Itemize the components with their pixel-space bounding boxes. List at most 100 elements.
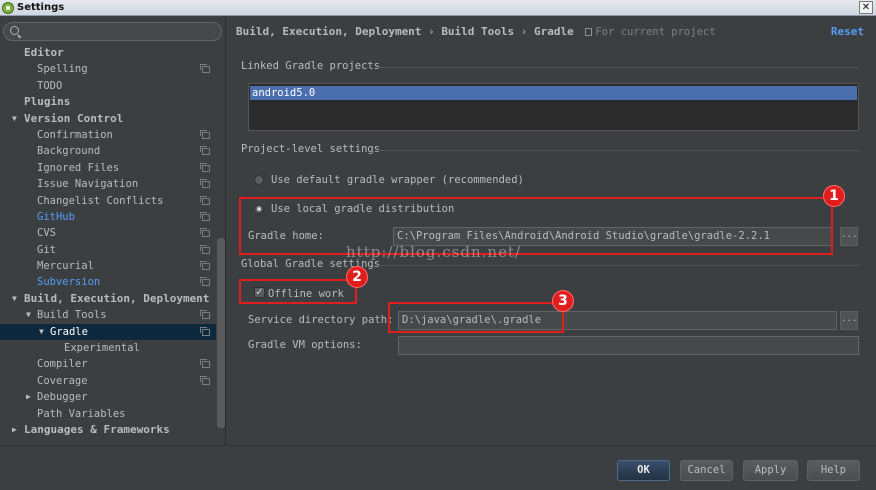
sidebar-item-version-control[interactable]: ▼ Version Control bbox=[0, 111, 216, 127]
sidebar-scrollbar[interactable] bbox=[217, 56, 225, 444]
sidebar-item-subversion[interactable]: Subversion bbox=[0, 274, 216, 290]
breadcrumb: Build, Execution, Deployment › Build Too… bbox=[236, 25, 716, 38]
sidebar-item-build-tools[interactable]: ▼ Build Tools bbox=[0, 307, 216, 323]
service-dir-label: Service directory path: bbox=[248, 314, 394, 326]
collapse-arrow-icon[interactable]: ▶ bbox=[12, 422, 17, 438]
sidebar-item-label: Confirmation bbox=[37, 128, 113, 141]
sidebar-item-coverage[interactable]: Coverage bbox=[0, 373, 216, 389]
annotation-badge-3: 3 bbox=[552, 290, 574, 312]
search-box[interactable] bbox=[3, 22, 222, 41]
sidebar-item-label: Mercurial bbox=[37, 260, 94, 273]
sidebar-item-issue-navigation[interactable]: Issue Navigation bbox=[0, 176, 216, 192]
sidebar-item-label: Background bbox=[37, 145, 101, 158]
dialog-footer: OK Cancel Apply Help bbox=[0, 445, 876, 490]
sidebar-item-editor[interactable]: Editor bbox=[0, 45, 216, 61]
annotation-box-1 bbox=[239, 197, 833, 255]
watermark: http://blog.csdn.net/ bbox=[346, 243, 522, 261]
project-settings-icon bbox=[200, 179, 210, 189]
sidebar-item-git[interactable]: Git bbox=[0, 242, 216, 258]
project-level-title: Project-level settings bbox=[241, 143, 381, 155]
collapse-arrow-icon[interactable]: ▶ bbox=[26, 389, 31, 405]
sidebar-item-languages-frameworks[interactable]: ▶ Languages & Frameworks bbox=[0, 422, 216, 438]
sidebar-item-label: CVS bbox=[37, 227, 56, 240]
sidebar-item-spelling[interactable]: Spelling bbox=[0, 61, 216, 77]
annotation-box-3 bbox=[388, 302, 564, 333]
vm-options-label: Gradle VM options: bbox=[248, 339, 362, 351]
expand-arrow-icon[interactable]: ▼ bbox=[26, 307, 31, 323]
cancel-button[interactable]: Cancel bbox=[680, 460, 733, 481]
title-bar: Settings ✕ bbox=[0, 0, 876, 16]
sidebar-item-label: Languages & Frameworks bbox=[24, 422, 170, 436]
breadcrumb-item: Build Tools bbox=[441, 25, 515, 38]
sidebar-item-cvs[interactable]: CVS bbox=[0, 225, 216, 241]
apply-button[interactable]: Apply bbox=[743, 460, 798, 481]
sidebar-item-label: Changelist Conflicts bbox=[37, 194, 164, 207]
android-studio-icon bbox=[2, 2, 14, 14]
sidebar-item-label: Gradle bbox=[50, 325, 88, 338]
linked-project-item[interactable]: android5.0 bbox=[250, 86, 857, 100]
sidebar-item-label: Editor bbox=[24, 46, 64, 59]
sidebar-item-label: Issue Navigation bbox=[37, 178, 139, 191]
sidebar-item-todo[interactable]: TODO bbox=[0, 78, 216, 94]
group-divider bbox=[377, 67, 859, 68]
sidebar-item-label: Ignored Files bbox=[37, 161, 120, 174]
sidebar-item-background[interactable]: Background bbox=[0, 143, 216, 159]
project-settings-icon bbox=[200, 326, 210, 336]
project-scope-icon bbox=[585, 28, 593, 36]
sidebar-item-path-variables[interactable]: Path Variables bbox=[0, 406, 216, 422]
project-settings-icon bbox=[200, 64, 210, 74]
search-icon bbox=[10, 26, 19, 35]
sidebar-item-compiler[interactable]: Compiler bbox=[0, 356, 216, 372]
sidebar-item-label: Build, Execution, Deployment bbox=[24, 291, 210, 305]
reset-link[interactable]: Reset bbox=[831, 25, 864, 38]
default-wrapper-radio[interactable] bbox=[254, 175, 264, 185]
settings-tree: Editor Spelling TODO Plugins ▼ Version Contro… bbox=[0, 45, 216, 438]
help-button[interactable]: Help bbox=[807, 460, 860, 481]
default-wrapper-label: Use default gradle wrapper (recommended) bbox=[271, 174, 524, 186]
annotation-badge-2: 2 bbox=[346, 266, 368, 288]
search-input[interactable] bbox=[24, 24, 214, 39]
project-settings-icon bbox=[200, 211, 210, 221]
ok-button[interactable]: OK bbox=[617, 460, 670, 481]
group-divider bbox=[377, 265, 859, 266]
sidebar-item-debugger[interactable]: ▶ Debugger bbox=[0, 389, 216, 405]
sidebar-item-confirmation[interactable]: Confirmation bbox=[0, 127, 216, 143]
sidebar-item-label: GitHub bbox=[37, 210, 75, 223]
sidebar-item-plugins[interactable]: Plugins bbox=[0, 94, 216, 110]
service-dir-browse-button[interactable]: ... bbox=[840, 311, 858, 330]
sidebar-item-changelist-conflicts[interactable]: Changelist Conflicts bbox=[0, 193, 216, 209]
sidebar-item-gradle[interactable]: ▼ Gradle bbox=[0, 323, 216, 341]
sidebar-item-label: Version Control bbox=[24, 111, 124, 125]
linked-projects-list[interactable]: android5.0 bbox=[248, 83, 859, 131]
project-settings-icon bbox=[200, 228, 210, 238]
breadcrumb-separator: › bbox=[520, 25, 528, 38]
sidebar-item-experimental[interactable]: Experimental bbox=[0, 340, 216, 356]
breadcrumb-item: Gradle bbox=[534, 25, 574, 38]
vm-options-field[interactable] bbox=[398, 336, 859, 355]
sidebar-item-build-execution-deployment[interactable]: ▼ Build, Execution, Deployment bbox=[0, 291, 216, 307]
settings-sidebar: Editor Spelling TODO Plugins ▼ Version Contro… bbox=[0, 16, 226, 445]
sidebar-item-label: Spelling bbox=[37, 63, 88, 76]
project-settings-icon bbox=[200, 277, 210, 287]
sidebar-item-github[interactable]: GitHub bbox=[0, 209, 216, 225]
sidebar-item-label: Git bbox=[37, 243, 56, 256]
project-settings-icon bbox=[200, 261, 210, 271]
sidebar-item-ignored-files[interactable]: Ignored Files bbox=[0, 160, 216, 176]
project-settings-icon bbox=[200, 162, 210, 172]
expand-arrow-icon[interactable]: ▼ bbox=[12, 111, 17, 127]
scrollbar-thumb[interactable] bbox=[217, 238, 225, 428]
sidebar-item-label: Subversion bbox=[37, 276, 101, 289]
close-button[interactable]: ✕ bbox=[859, 1, 873, 14]
sidebar-item-label: Experimental bbox=[64, 342, 140, 355]
sidebar-item-label: Debugger bbox=[37, 391, 88, 404]
window-title: Settings bbox=[17, 2, 65, 13]
sidebar-item-label: TODO bbox=[37, 79, 63, 92]
sidebar-item-label: Path Variables bbox=[37, 407, 126, 420]
project-settings-icon bbox=[200, 359, 210, 369]
expand-arrow-icon[interactable]: ▼ bbox=[39, 324, 44, 340]
annotation-badge-1: 1 bbox=[823, 185, 845, 207]
scope-label: For current project bbox=[595, 26, 716, 38]
expand-arrow-icon[interactable]: ▼ bbox=[12, 291, 17, 307]
gradle-home-browse-button[interactable]: ... bbox=[840, 227, 858, 246]
sidebar-item-mercurial[interactable]: Mercurial bbox=[0, 258, 216, 274]
